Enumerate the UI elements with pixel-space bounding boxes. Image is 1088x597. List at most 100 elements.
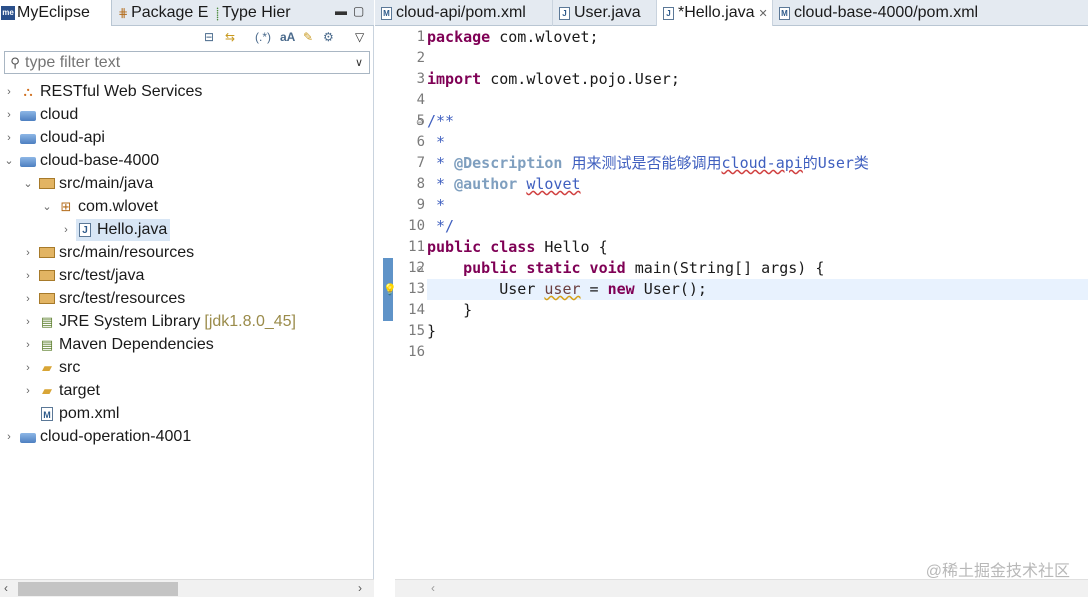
line-number: 10 (408, 218, 425, 234)
expand-chevron-icon[interactable]: › (23, 316, 33, 328)
editor-tabs: M cloud-api/pom.xml J User.java J *Hello… (375, 0, 1088, 26)
tree-item-label: Maven Dependencies (59, 335, 214, 353)
tab-cloud-api-pom[interactable]: M cloud-api/pom.xml (375, 0, 553, 26)
expand-chevron-icon[interactable]: › (23, 293, 33, 305)
tab-type-hierarchy[interactable]: ⸽ Type Hier (216, 0, 316, 26)
collapse-all-icon[interactable]: ⊟ (204, 30, 214, 44)
java-file-icon: J (79, 222, 91, 237)
line-number: 3 (416, 71, 425, 87)
collapse-chevron-icon[interactable]: ⌄ (4, 154, 14, 167)
line-number: 7 (416, 155, 425, 171)
tree-filter[interactable]: ⚲ ∨ (4, 51, 370, 74)
expand-chevron-icon[interactable]: › (23, 385, 33, 397)
tree-item-label: cloud-base-4000 (40, 151, 160, 169)
search-icon: ⚲ (10, 54, 20, 70)
tab-label: cloud-base-4000/pom.xml (794, 4, 979, 21)
tree-item-label: cloud-api (40, 128, 105, 146)
code-text: = (580, 280, 608, 298)
collapse-chevron-icon[interactable]: ⌄ (23, 177, 33, 190)
tab-user-java[interactable]: J User.java (553, 0, 657, 26)
java-file-icon: J (663, 6, 674, 20)
maximize-view-icon[interactable]: ▢ (353, 4, 364, 18)
folder-icon: ▰ (42, 359, 52, 375)
code-line: */ (427, 217, 455, 235)
close-icon[interactable]: ✕ (758, 7, 767, 20)
fold-toggle-icon[interactable]: ⊖ (416, 264, 424, 275)
minimize-view-icon[interactable]: ▬ (335, 4, 347, 18)
tab-label: User.java (574, 4, 641, 21)
fold-toggle-icon[interactable]: ⊖ (416, 117, 424, 128)
code-line: public static void main(String[] args) { (427, 258, 1088, 279)
line-number: 14 (408, 302, 425, 318)
expand-chevron-icon[interactable]: › (4, 86, 14, 98)
tab-package-explorer[interactable]: ⋕ Package E (118, 0, 210, 26)
tab-cloud-base-pom[interactable]: M cloud-base-4000/pom.xml (773, 0, 993, 26)
current-code-line: User user = new User(); (427, 279, 1088, 300)
regex-filter-icon[interactable]: (.*) (255, 30, 271, 44)
link-with-editor-icon[interactable]: ⇆ (225, 30, 235, 44)
filter-input[interactable] (25, 53, 349, 72)
rest-icon: ⛬ (23, 83, 33, 99)
watermark: @稀土掘金技术社区 (925, 563, 1070, 580)
quick-fix-bulb-icon[interactable]: 💡 (383, 283, 397, 296)
line-number: 11 (408, 239, 425, 255)
expand-chevron-icon[interactable]: › (4, 431, 14, 443)
line-number: 9 (416, 197, 425, 213)
code-text: * (427, 154, 455, 172)
expand-chevron-icon[interactable]: › (4, 109, 14, 121)
folder-icon: ▰ (42, 382, 52, 398)
view-toolbar: ⊟ ⇆ (.*) aA ✎ ⚙ ▽ (0, 27, 374, 49)
scroll-right-icon[interactable]: › (358, 581, 362, 595)
collapse-chevron-icon[interactable]: ⌄ (42, 200, 52, 213)
source-folder-icon (39, 293, 55, 304)
tree-item-label: JRE System Library (59, 312, 201, 330)
expand-chevron-icon[interactable]: › (23, 362, 33, 374)
expand-chevron-icon[interactable]: › (61, 224, 71, 236)
match-case-icon[interactable]: aA (280, 30, 295, 44)
line-number: 6 (416, 134, 425, 150)
code-line: import com.wlovet.pojo.User; (427, 69, 1088, 90)
view-menu-icon[interactable]: ▽ (355, 30, 364, 44)
code-line: package com.wlovet; (427, 27, 1088, 48)
expand-chevron-icon[interactable]: › (23, 339, 33, 351)
line-number: 16 (408, 344, 425, 360)
left-view-tabs: me MyEclipse ⋕ Package E ⸽ Type Hier ▬ ▢ (0, 0, 374, 26)
keyword: public class (427, 238, 536, 256)
tree-item-label: Hello.java (97, 220, 168, 238)
javadoc-tag: @Description (454, 154, 563, 172)
code-line: public class Hello { (427, 237, 1088, 258)
java-file-icon: J (559, 6, 570, 20)
package-icon: ⊞ (60, 198, 72, 214)
spelling-warning: wlovet (526, 175, 581, 193)
editor-horizontal-scrollbar[interactable]: ‹ (395, 579, 1088, 597)
project-icon (20, 432, 36, 443)
scrollbar-thumb[interactable] (18, 582, 178, 596)
expand-chevron-icon[interactable]: › (23, 247, 33, 259)
xml-file-icon: M (381, 6, 392, 20)
expand-chevron-icon[interactable]: › (4, 132, 14, 144)
filters-icon[interactable]: ⚙ (323, 30, 334, 44)
spelling-warning: cloud-api (721, 154, 803, 172)
chevron-down-icon[interactable]: ∨ (349, 56, 369, 69)
pin-icon[interactable]: ✎ (303, 30, 313, 44)
library-icon: ▤ (40, 336, 54, 352)
line-number: 13 (408, 281, 425, 297)
library-icon: ▤ (40, 313, 54, 329)
tree-item-label: src/main/java (59, 174, 154, 192)
project-icon (20, 133, 36, 144)
keyword: public static void (463, 259, 626, 277)
scroll-left-icon[interactable]: ‹ (431, 581, 435, 595)
horizontal-scrollbar[interactable]: ‹ › (0, 579, 374, 597)
tab-myeclipse[interactable]: me MyEclipse (0, 0, 112, 26)
tree-item-label: cloud (40, 105, 79, 123)
code-line: * (427, 133, 446, 151)
code-text: com.wlovet; (490, 28, 599, 46)
myeclipse-logo-icon: me (1, 6, 15, 20)
expand-chevron-icon[interactable]: › (23, 270, 33, 282)
tree-item-label: src/test/resources (59, 289, 186, 307)
line-number: 4 (416, 92, 425, 108)
tab-hello-java[interactable]: J *Hello.java ✕ (657, 0, 773, 26)
scroll-left-icon[interactable]: ‹ (4, 581, 8, 595)
tree-item-label: cloud-operation-4001 (40, 427, 192, 445)
